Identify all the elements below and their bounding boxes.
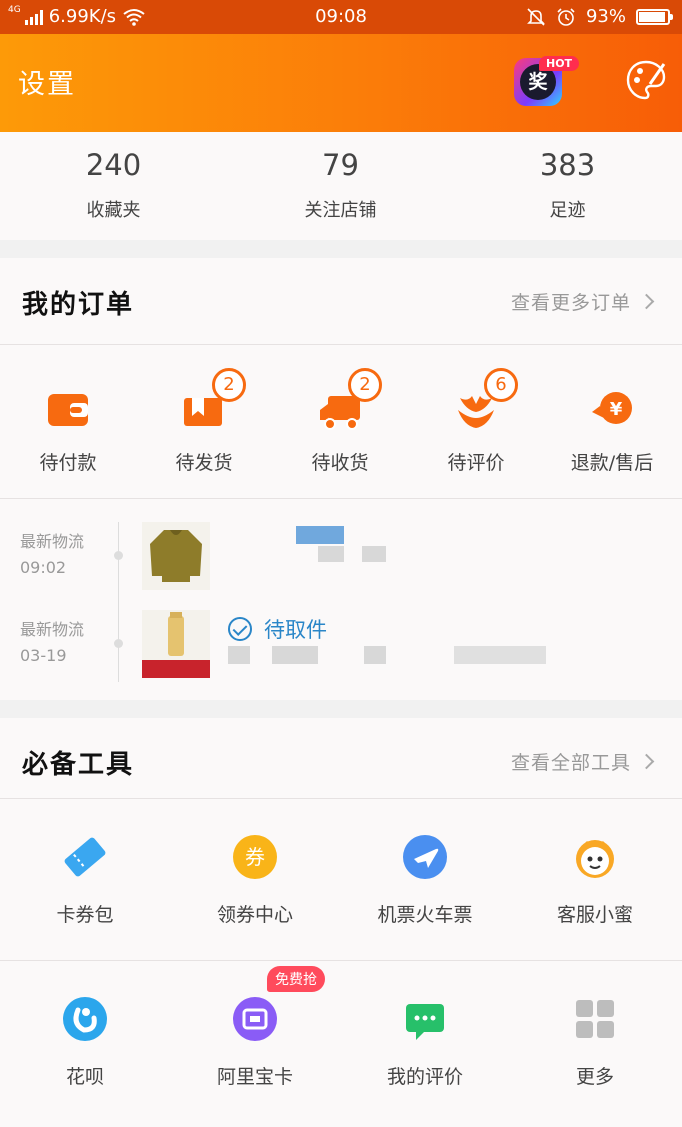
stat-label: 足迹 xyxy=(549,200,586,221)
logistics-time: 09:02 xyxy=(20,558,67,577)
battery-fill xyxy=(639,11,665,22)
tool-label: 领券中心 xyxy=(216,904,293,926)
order-label: 待付款 xyxy=(39,452,97,474)
mute-bell-icon xyxy=(527,7,545,26)
wallet-icon xyxy=(46,388,90,432)
divider xyxy=(0,960,682,961)
order-label: 待评价 xyxy=(447,452,505,474)
chevron-right-icon xyxy=(638,293,655,310)
product-thumbnail-sweater xyxy=(142,522,210,590)
free-grab-badge: 免费抢 xyxy=(267,966,325,992)
check-circle-icon xyxy=(228,617,252,641)
stat-footprints[interactable]: 383 足迹 xyxy=(454,132,681,222)
blurred-text xyxy=(228,646,250,664)
status-bar: 4G 6.99K/s 09:08 93% xyxy=(0,0,682,34)
stat-value: 79 xyxy=(322,148,359,182)
order-badge: 2 xyxy=(348,368,382,402)
tools-card: 必备工具 查看全部工具 卡券包 券 领券中心 机票火车票 客服小蜜 花呗 阿里宝… xyxy=(0,718,682,1127)
stat-value: 240 xyxy=(85,148,142,182)
view-all-tools-label: 查看全部工具 xyxy=(510,752,631,774)
order-badge: 2 xyxy=(212,368,246,402)
stat-favorites[interactable]: 240 收藏夹 xyxy=(0,132,227,222)
tool-my-reviews[interactable]: 我的评价 xyxy=(340,996,510,1089)
view-all-orders-label: 查看更多订单 xyxy=(510,292,631,314)
palette-icon[interactable] xyxy=(624,58,668,102)
stat-followed-shops[interactable]: 79 关注店铺 xyxy=(227,132,454,222)
alarm-icon xyxy=(557,7,575,26)
tool-label: 卡券包 xyxy=(56,904,114,926)
orders-card: 我的订单 查看更多订单 待付款 2 待发货 2 待收货 6 待评价 ¥ 退款/售… xyxy=(0,258,682,700)
logistics-time: 03-19 xyxy=(20,646,67,665)
tool-label: 更多 xyxy=(575,1066,614,1088)
stat-label: 关注店铺 xyxy=(304,200,377,221)
hot-badge: HOT xyxy=(539,56,580,71)
pickup-status: 待取件 xyxy=(228,614,327,644)
blurred-text xyxy=(296,526,344,544)
stat-value: 383 xyxy=(539,148,596,182)
tool-label: 机票火车票 xyxy=(377,904,473,926)
tool-label: 花呗 xyxy=(65,1066,104,1088)
battery-percent: 93% xyxy=(585,6,626,27)
tool-customer-service[interactable]: 客服小蜜 xyxy=(510,834,680,927)
divider xyxy=(0,498,682,499)
divider xyxy=(0,344,682,345)
tool-coupon-center[interactable]: 券 领券中心 xyxy=(170,834,340,927)
order-pending-payment[interactable]: 待付款 xyxy=(0,368,136,475)
logistics-label: 最新物流 xyxy=(20,620,85,639)
logistics-row[interactable]: 最新物流 09:02 xyxy=(0,516,682,602)
chevron-right-icon xyxy=(638,753,655,770)
tool-coupon-wallet[interactable]: 卡券包 xyxy=(0,834,170,927)
package-icon: 2 xyxy=(182,368,246,432)
stats-card: 240 收藏夹 79 关注店铺 383 足迹 xyxy=(0,132,682,240)
product-thumbnail-cosmetic xyxy=(142,610,210,678)
tool-label: 客服小蜜 xyxy=(556,904,633,926)
tool-label: 阿里宝卡 xyxy=(216,1066,293,1088)
stat-label: 收藏夹 xyxy=(86,200,141,221)
pickup-status-label: 待取件 xyxy=(264,618,327,642)
settings-link[interactable]: 设置 xyxy=(18,62,76,101)
order-refund-aftersale[interactable]: ¥ 退款/售后 xyxy=(544,368,680,475)
ticket-icon xyxy=(62,834,108,880)
timeline-dot xyxy=(114,551,123,560)
tool-more[interactable]: 更多 xyxy=(510,996,680,1089)
order-label: 待发货 xyxy=(175,452,233,474)
coupon-glyph: 券 xyxy=(245,845,265,869)
refund-icon: ¥ xyxy=(590,388,634,432)
order-label: 待收货 xyxy=(311,452,369,474)
view-all-tools-link[interactable]: 查看全部工具 xyxy=(510,748,655,775)
order-pending-review[interactable]: 6 待评价 xyxy=(408,368,544,475)
blurred-text xyxy=(454,646,546,664)
grid-icon xyxy=(572,996,618,1042)
orders-title: 我的订单 xyxy=(22,290,135,320)
battery-icon xyxy=(636,8,673,25)
tool-ali-card[interactable]: 阿里宝卡 xyxy=(170,996,340,1089)
truck-icon: 2 xyxy=(318,368,382,432)
tool-tickets[interactable]: 机票火车票 xyxy=(340,834,510,927)
blurred-text xyxy=(362,546,386,562)
logistics-label: 最新物流 xyxy=(20,532,85,551)
comment-icon xyxy=(402,996,448,1042)
coupon-icon: 券 xyxy=(232,834,278,880)
huabei-icon xyxy=(62,996,108,1042)
view-all-orders-link[interactable]: 查看更多订单 xyxy=(510,288,655,315)
tools-title: 必备工具 xyxy=(22,750,135,780)
order-pending-shipment[interactable]: 2 待发货 xyxy=(136,368,272,475)
card-icon xyxy=(232,996,278,1042)
flower-icon: 6 xyxy=(454,368,518,432)
tool-huabei[interactable]: 花呗 xyxy=(0,996,170,1089)
blurred-text xyxy=(318,546,344,562)
divider xyxy=(0,798,682,799)
header: 设置 奖 HOT xyxy=(0,34,682,132)
order-badge: 6 xyxy=(484,368,518,402)
order-pending-receipt[interactable]: 2 待收货 xyxy=(272,368,408,475)
svg-text:¥: ¥ xyxy=(610,399,623,420)
plane-icon xyxy=(402,834,448,880)
tool-label: 我的评价 xyxy=(386,1066,463,1088)
order-label: 退款/售后 xyxy=(570,452,654,474)
timeline-dot xyxy=(114,639,123,648)
logistics-row[interactable]: 最新物流 03-19 待取件 xyxy=(0,604,682,690)
bee-icon xyxy=(572,834,618,880)
blurred-text xyxy=(272,646,318,664)
blurred-text xyxy=(364,646,386,664)
